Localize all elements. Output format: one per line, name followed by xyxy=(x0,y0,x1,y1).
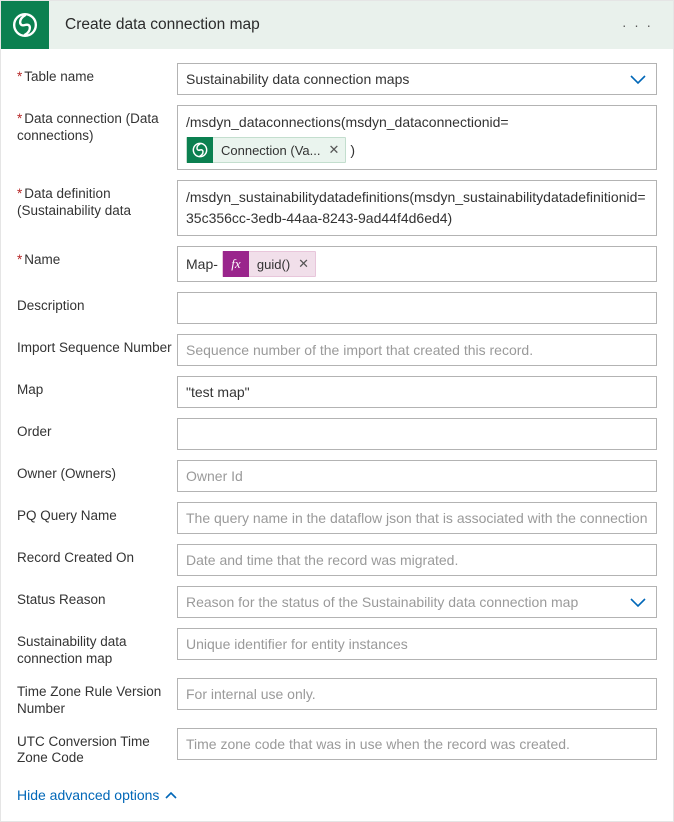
row-pq-query: PQ Query Name xyxy=(17,502,657,534)
table-name-dropdown[interactable]: Sustainability data connection maps xyxy=(177,63,657,95)
swirl-icon xyxy=(187,137,213,163)
label-sust-map: Sustainability data connection map xyxy=(17,628,177,668)
status-reason-dropdown[interactable]: Reason for the status of the Sustainabil… xyxy=(177,586,657,618)
label-pq-query: PQ Query Name xyxy=(17,502,177,525)
label-table-name: *Table name xyxy=(17,63,177,86)
record-created-input[interactable] xyxy=(177,544,657,576)
row-description: Description xyxy=(17,292,657,324)
order-input[interactable] xyxy=(177,418,657,450)
chevron-up-icon xyxy=(165,791,177,799)
label-name: *Name xyxy=(17,246,177,269)
remove-token-icon[interactable]: ✕ xyxy=(298,256,309,272)
card-body: *Table name Sustainability data connecti… xyxy=(1,49,673,821)
swirl-icon xyxy=(1,1,49,49)
row-tz-rule: Time Zone Rule Version Number xyxy=(17,678,657,718)
row-status-reason: Status Reason Reason for the status of t… xyxy=(17,586,657,618)
import-sequence-input[interactable] xyxy=(177,334,657,366)
row-name: *Name Map- fx guid() ✕ xyxy=(17,246,657,282)
description-input[interactable] xyxy=(177,292,657,324)
row-owner: Owner (Owners) xyxy=(17,460,657,492)
fx-icon: fx xyxy=(223,251,249,277)
label-map: Map xyxy=(17,376,177,399)
card-title: Create data connection map xyxy=(49,16,614,34)
label-tz-rule: Time Zone Rule Version Number xyxy=(17,678,177,718)
map-input[interactable] xyxy=(177,376,657,408)
pq-query-input[interactable] xyxy=(177,502,657,534)
sust-map-input[interactable] xyxy=(177,628,657,660)
label-order: Order xyxy=(17,418,177,441)
label-status-reason: Status Reason xyxy=(17,586,177,609)
formula-token[interactable]: fx guid() ✕ xyxy=(222,251,316,277)
label-description: Description xyxy=(17,292,177,315)
label-data-connection: *Data connection (Data connections) xyxy=(17,105,177,145)
row-order: Order xyxy=(17,418,657,450)
connection-token[interactable]: Connection (Va... ✕ xyxy=(186,137,346,163)
row-data-definition: *Data definition (Sustainability data /m… xyxy=(17,180,657,236)
create-data-connection-map-card: Create data connection map · · · *Table … xyxy=(0,0,674,822)
name-field[interactable]: Map- fx guid() ✕ xyxy=(177,246,657,282)
data-connection-field[interactable]: /msdyn_dataconnections(msdyn_dataconnect… xyxy=(177,105,657,170)
chevron-down-icon xyxy=(630,75,646,85)
row-utc-conv: UTC Conversion Time Zone Code xyxy=(17,728,657,768)
label-utc-conv: UTC Conversion Time Zone Code xyxy=(17,728,177,768)
owner-input[interactable] xyxy=(177,460,657,492)
label-data-definition: *Data definition (Sustainability data xyxy=(17,180,177,220)
label-import-sequence: Import Sequence Number xyxy=(17,334,177,357)
utc-conv-input[interactable] xyxy=(177,728,657,760)
row-map: Map xyxy=(17,376,657,408)
card-header: Create data connection map · · · xyxy=(1,1,673,49)
label-owner: Owner (Owners) xyxy=(17,460,177,483)
row-data-connection: *Data connection (Data connections) /msd… xyxy=(17,105,657,170)
row-table-name: *Table name Sustainability data connecti… xyxy=(17,63,657,95)
label-record-created: Record Created On xyxy=(17,544,177,567)
more-options-button[interactable]: · · · xyxy=(614,12,661,39)
hide-advanced-options-toggle[interactable]: Hide advanced options xyxy=(17,787,177,803)
data-definition-field[interactable]: /msdyn_sustainabilitydatadefinitions(msd… xyxy=(177,180,657,236)
row-record-created: Record Created On xyxy=(17,544,657,576)
tz-rule-input[interactable] xyxy=(177,678,657,710)
chevron-down-icon xyxy=(630,598,646,608)
remove-token-icon[interactable]: ✕ xyxy=(328,142,339,158)
row-import-sequence: Import Sequence Number xyxy=(17,334,657,366)
row-sust-map: Sustainability data connection map xyxy=(17,628,657,668)
